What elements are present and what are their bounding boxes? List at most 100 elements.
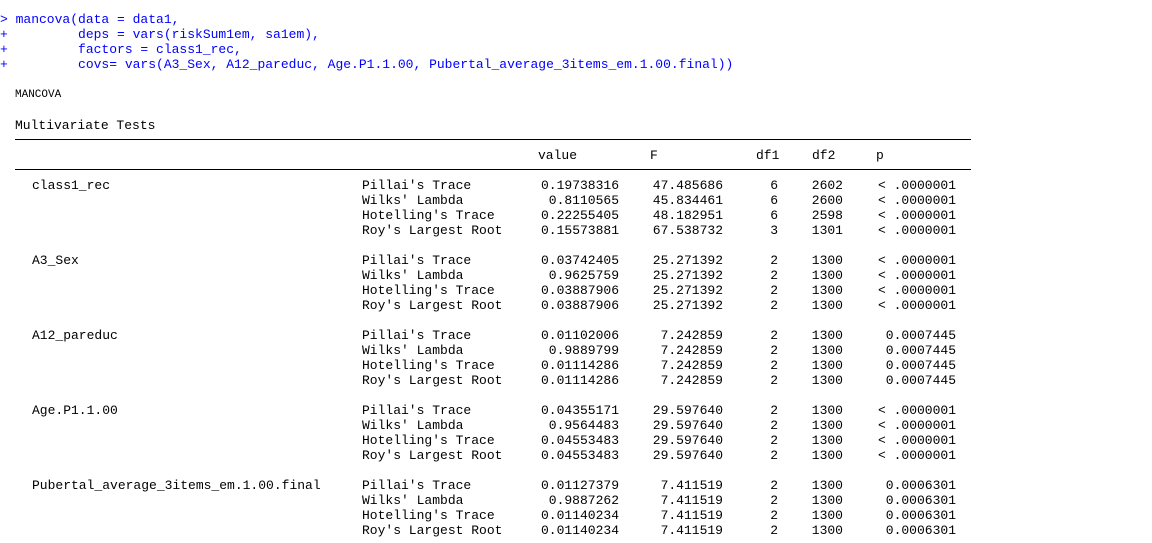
cell-df2: 1300 <box>811 268 843 283</box>
cell-test: Roy's Largest Root <box>362 223 503 238</box>
cell-df1: 2 <box>770 328 778 343</box>
r-console[interactable]: > mancova(data = data1, + deps = vars(ri… <box>0 0 1152 543</box>
cell-test: Pillai's Trace <box>362 178 472 193</box>
header-value: value <box>538 148 578 163</box>
cell-p: 0.0007445 <box>885 343 956 358</box>
cell-test: Pillai's Trace <box>362 328 472 343</box>
cell-p: < .0000001 <box>877 268 956 283</box>
command-line-3: + factors = class1_rec, <box>0 42 242 57</box>
cell-test: Hotelling's Trace <box>362 433 495 448</box>
cell-test: Roy's Largest Root <box>362 448 503 463</box>
cell-f: 25.271392 <box>652 283 723 298</box>
command-line-2: + deps = vars(riskSum1em, sa1em), <box>0 27 320 42</box>
cell-df1: 2 <box>770 298 778 313</box>
cell-f: 25.271392 <box>652 298 723 313</box>
header-p: p <box>876 148 884 163</box>
cell-f: 29.597640 <box>652 403 723 418</box>
cell-df2: 1300 <box>811 328 843 343</box>
cell-test: Roy's Largest Root <box>362 298 503 313</box>
cell-f: 25.271392 <box>652 253 723 268</box>
cell-f: 29.597640 <box>652 448 723 463</box>
cell-df1: 6 <box>770 208 778 223</box>
cell-df1: 2 <box>770 478 778 493</box>
cell-f: 7.411519 <box>660 478 723 493</box>
cell-value: 0.03742405 <box>540 253 619 268</box>
cell-f: 7.242859 <box>660 373 723 388</box>
cell-p: 0.0006301 <box>885 493 956 508</box>
cell-df2: 1300 <box>811 433 843 448</box>
table-header-rule <box>15 169 971 170</box>
cell-f: 7.411519 <box>660 508 723 523</box>
cell-df2: 1301 <box>811 223 843 238</box>
cell-df1: 3 <box>770 223 778 238</box>
cell-value: 0.03887906 <box>540 298 619 313</box>
cell-df2: 1300 <box>811 358 843 373</box>
cell-f: 7.242859 <box>660 328 723 343</box>
cell-value: 0.03887906 <box>540 283 619 298</box>
cell-test: Hotelling's Trace <box>362 283 495 298</box>
cell-df1: 2 <box>770 433 778 448</box>
cell-p: < .0000001 <box>877 433 956 448</box>
term-label: class1_rec <box>32 178 111 193</box>
cell-test: Pillai's Trace <box>362 478 472 493</box>
cell-df2: 1300 <box>811 448 843 463</box>
cell-test: Wilks' Lambda <box>362 268 464 283</box>
cell-test: Hotelling's Trace <box>362 358 495 373</box>
command-line-4: + covs= vars(A3_Sex, A12_pareduc, Age.P1… <box>0 57 734 72</box>
cell-f: 29.597640 <box>652 418 723 433</box>
cell-df1: 2 <box>770 283 778 298</box>
term-label: Pubertal_average_3items_em.1.00.final <box>32 478 321 493</box>
table-title: Multivariate Tests <box>15 118 156 133</box>
cell-df1: 2 <box>770 358 778 373</box>
cell-p: < .0000001 <box>877 223 956 238</box>
cell-test: Wilks' Lambda <box>362 418 464 433</box>
cell-value: 0.01114286 <box>540 358 619 373</box>
cell-df1: 2 <box>770 523 778 538</box>
cell-df1: 6 <box>770 193 778 208</box>
cell-p: < .0000001 <box>877 298 956 313</box>
cell-df1: 2 <box>770 448 778 463</box>
cell-df1: 2 <box>770 418 778 433</box>
table-top-rule <box>15 139 971 140</box>
cell-f: 7.242859 <box>660 358 723 373</box>
cell-value: 0.01140234 <box>540 523 619 538</box>
cell-p: < .0000001 <box>877 448 956 463</box>
cell-p: < .0000001 <box>877 403 956 418</box>
cell-f: 25.271392 <box>652 268 723 283</box>
cell-test: Wilks' Lambda <box>362 193 464 208</box>
cell-p: < .0000001 <box>877 283 956 298</box>
header-df2: df2 <box>812 148 836 163</box>
cell-df2: 1300 <box>811 403 843 418</box>
cell-df2: 2598 <box>811 208 843 223</box>
cell-f: 48.182951 <box>652 208 723 223</box>
cell-value: 0.9625759 <box>548 268 619 283</box>
cell-value: 0.22255405 <box>540 208 619 223</box>
cell-df2: 1300 <box>811 253 843 268</box>
cell-p: 0.0007445 <box>885 373 956 388</box>
cell-value: 0.8110565 <box>548 193 619 208</box>
cell-df1: 2 <box>770 343 778 358</box>
cell-test: Roy's Largest Root <box>362 373 503 388</box>
cell-df2: 1300 <box>811 283 843 298</box>
cell-p: 0.0007445 <box>885 358 956 373</box>
cell-test: Hotelling's Trace <box>362 508 495 523</box>
cell-value: 0.15573881 <box>540 223 619 238</box>
cell-test: Hotelling's Trace <box>362 208 495 223</box>
header-f: F <box>650 148 658 163</box>
term-label: A3_Sex <box>32 253 79 268</box>
cell-df1: 2 <box>770 253 778 268</box>
cell-f: 29.597640 <box>652 433 723 448</box>
cell-df1: 2 <box>770 268 778 283</box>
cell-p: < .0000001 <box>877 193 956 208</box>
cell-value: 0.01114286 <box>540 373 619 388</box>
cell-f: 7.242859 <box>660 343 723 358</box>
cell-df2: 1300 <box>811 343 843 358</box>
cell-df2: 1300 <box>811 493 843 508</box>
cell-test: Wilks' Lambda <box>362 343 464 358</box>
term-label: Age.P1.1.00 <box>32 403 118 418</box>
header-df1: df1 <box>756 148 780 163</box>
cell-p: 0.0007445 <box>885 328 956 343</box>
cell-df2: 1300 <box>811 418 843 433</box>
cell-f: 7.411519 <box>660 493 723 508</box>
cell-value: 0.04553483 <box>540 433 619 448</box>
